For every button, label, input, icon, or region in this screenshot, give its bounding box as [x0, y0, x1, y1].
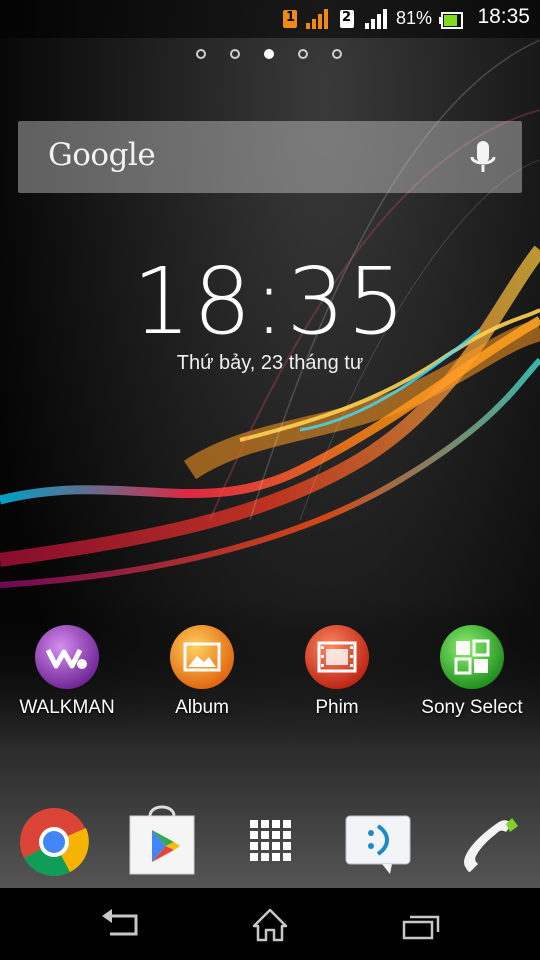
walkman-icon — [35, 625, 99, 689]
signal-icon-sim2 — [365, 9, 387, 29]
movies-icon — [305, 625, 369, 689]
sim2-label: 2 — [342, 10, 352, 25]
page-dot-4 — [298, 49, 308, 59]
google-logo: Google — [48, 137, 156, 173]
page-indicator — [190, 47, 350, 65]
back-icon[interactable] — [90, 904, 150, 944]
sim1-label: 1 — [286, 10, 296, 25]
clock-time[interactable]: 18:35 — [0, 248, 540, 355]
battery-percent: 81% — [396, 8, 433, 28]
sony-select-icon — [440, 625, 504, 689]
app-walkman[interactable]: WALKMAN — [1, 622, 133, 722]
app-label-walkman: WALKMAN — [19, 697, 115, 718]
app-movies[interactable]: Phim — [271, 622, 403, 722]
recents-icon[interactable] — [390, 904, 450, 944]
home-icon[interactable] — [240, 904, 300, 944]
app-label-movies: Phim — [315, 697, 359, 718]
home-screen: 1 2 81% 18:35 Google 18:35 Thứ bảy, 23 t… — [0, 0, 540, 960]
sim1-icon: 1 — [283, 10, 297, 28]
dock — [0, 792, 540, 888]
status-time: 18:35 — [477, 5, 530, 28]
app-sony-select[interactable]: Sony Select — [406, 622, 538, 722]
app-label-sony-select: Sony Select — [421, 697, 523, 718]
signal-icon-sim1 — [306, 9, 328, 29]
mic-icon[interactable] — [466, 139, 500, 177]
app-drawer-icon[interactable] — [230, 798, 310, 878]
app-album[interactable]: Album — [136, 622, 268, 722]
page-dot-5 — [332, 49, 342, 59]
album-icon — [170, 625, 234, 689]
chrome-icon[interactable] — [14, 798, 94, 878]
sim2-icon: 2 — [340, 10, 354, 28]
navigation-bar — [0, 888, 540, 960]
play-store-icon[interactable] — [122, 798, 202, 878]
page-dot-1 — [196, 49, 206, 59]
google-search-bar[interactable]: Google — [18, 121, 522, 193]
page-dot-3 — [264, 49, 274, 59]
clock-date: Thứ bảy, 23 tháng tư — [176, 352, 364, 374]
messaging-icon[interactable] — [338, 798, 418, 878]
status-bar: 1 2 81% 18:35 — [0, 0, 540, 38]
phone-icon[interactable] — [446, 798, 526, 878]
app-label-album: Album — [175, 697, 229, 718]
page-dot-2 — [230, 49, 240, 59]
battery-icon — [439, 12, 463, 29]
